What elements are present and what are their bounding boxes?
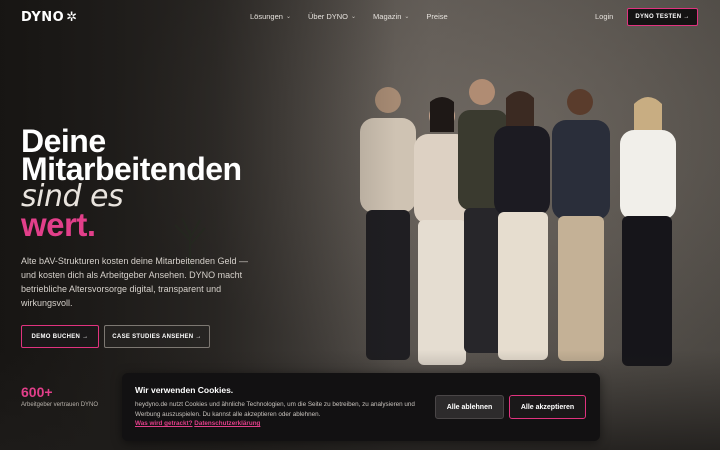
cookie-banner: Wir verwenden Cookies. heydyno.de nutzt … (122, 373, 600, 441)
cookie-links: Was wird getrackt? Datenschutzerklärung (135, 420, 260, 427)
stat-number: 600+ (21, 384, 53, 400)
case-studies-button[interactable]: CASE STUDIES ANSEHEN → (104, 325, 210, 348)
logo-star-icon: ✲ (66, 10, 78, 25)
logo-text: DYNO (21, 10, 65, 25)
dyno-testen-button[interactable]: DYNO TESTEN → (627, 8, 698, 26)
chevron-down-icon: ⌄ (404, 14, 410, 20)
stat-label: Arbeitgeber vertrauen DYNO (21, 402, 99, 408)
login-link[interactable]: Login (595, 12, 613, 21)
tracking-info-link[interactable]: Was wird getrackt? (135, 420, 193, 427)
cookie-title: Wir verwenden Cookies. (135, 385, 234, 395)
chevron-down-icon: ⌄ (351, 14, 357, 20)
privacy-policy-link[interactable]: Datenschutzerklärung (194, 420, 260, 427)
nav-item-loesungen[interactable]: Lösungen ⌄ (250, 12, 291, 21)
chevron-down-icon: ⌄ (285, 14, 291, 20)
reject-all-button[interactable]: Alle ablehnen (435, 395, 504, 419)
nav-item-ueber-dyno[interactable]: Über DYNO ⌄ (308, 12, 356, 21)
nav-item-label: Preise (426, 12, 448, 21)
accept-all-button[interactable]: Alle akzeptieren (509, 395, 586, 419)
nav-item-label: Magazin (373, 12, 402, 21)
cookie-text: heydyno.de nutzt Cookies und ähnliche Te… (135, 401, 415, 418)
nav-item-label: Lösungen (250, 12, 283, 21)
nav-links: Lösungen ⌄ Über DYNO ⌄ Magazin ⌄ Preise (250, 12, 465, 21)
top-nav: DYNO ✲ Lösungen ⌄ Über DYNO ⌄ Magazin ⌄ P… (0, 0, 720, 34)
demo-buchen-button[interactable]: DEMO BUCHEN → (21, 325, 99, 348)
logo[interactable]: DYNO ✲ (21, 10, 78, 25)
hero-description: Alte bAV-Strukturen kosten deine Mitarbe… (21, 256, 248, 308)
nav-item-magazin[interactable]: Magazin ⌄ (373, 12, 409, 21)
headline-line-4: wert. (21, 206, 96, 243)
nav-item-preise[interactable]: Preise (426, 12, 447, 21)
nav-item-label: Über DYNO (307, 12, 348, 21)
